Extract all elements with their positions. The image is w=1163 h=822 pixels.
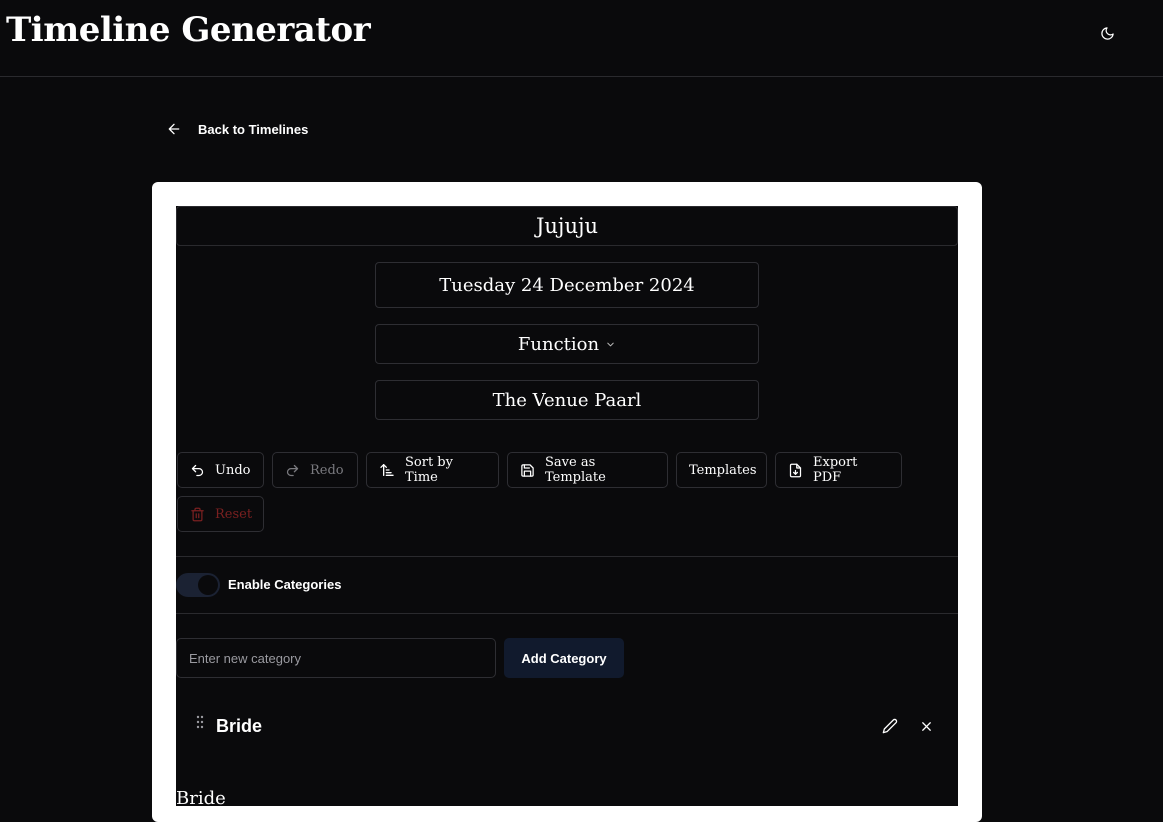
undo-button[interactable]: Undo [177, 452, 264, 488]
divider [176, 556, 958, 557]
function-select-value: Function [517, 333, 600, 355]
save-icon [521, 463, 534, 477]
edit-category-button[interactable] [878, 714, 902, 738]
app-title: Timeline Generator [6, 10, 371, 50]
templates-label: Templates [689, 462, 757, 478]
trash-icon [191, 507, 204, 521]
templates-button[interactable]: Templates [676, 452, 767, 488]
undo-label: Undo [215, 462, 251, 478]
undo-icon [191, 464, 204, 476]
enable-categories-label: Enable Categories [228, 577, 342, 592]
timeline-name-field[interactable]: Jujuju [176, 206, 958, 246]
venue-field[interactable]: The Venue Paarl [375, 380, 759, 420]
save-template-label: Save as Template [545, 455, 606, 485]
function-select[interactable]: Function [375, 324, 759, 364]
reset-button[interactable]: Reset [177, 496, 264, 532]
pencil-icon [882, 718, 898, 734]
chevron-down-icon [605, 339, 616, 350]
category-section-heading: Bride [176, 788, 226, 809]
top-bar: Timeline Generator [0, 0, 1163, 77]
toggle-knob [198, 575, 218, 595]
back-to-timelines-link[interactable]: Back to Timelines [166, 117, 308, 141]
reset-label: Reset [215, 506, 253, 522]
file-download-icon [789, 463, 802, 477]
category-name: Bride [216, 716, 263, 736]
sort-by-time-button[interactable]: Sort by Time [366, 452, 499, 488]
close-icon [921, 721, 931, 731]
theme-toggle-button[interactable] [1094, 20, 1120, 46]
arrow-left-icon [168, 123, 180, 135]
export-pdf-button[interactable]: Export PDF [775, 452, 902, 488]
date-field[interactable]: Tuesday 24 December 2024 [375, 262, 759, 308]
add-category-button[interactable]: Add Category [504, 638, 624, 678]
save-as-template-button[interactable]: Save as Template [507, 452, 668, 488]
redo-button[interactable]: Redo [272, 452, 358, 488]
export-pdf-label: Export PDF [813, 455, 858, 485]
new-category-input[interactable] [176, 638, 496, 678]
redo-icon [286, 464, 299, 476]
enable-categories-toggle[interactable] [176, 573, 220, 597]
delete-category-button[interactable] [914, 714, 938, 738]
drag-handle-icon[interactable] [194, 714, 206, 730]
sort-label: Sort by Time [405, 455, 453, 485]
back-link-label: Back to Timelines [198, 121, 309, 137]
redo-label: Redo [310, 462, 344, 478]
sort-ascending-icon [380, 464, 394, 476]
moon-icon [1100, 26, 1114, 40]
divider [176, 613, 958, 614]
